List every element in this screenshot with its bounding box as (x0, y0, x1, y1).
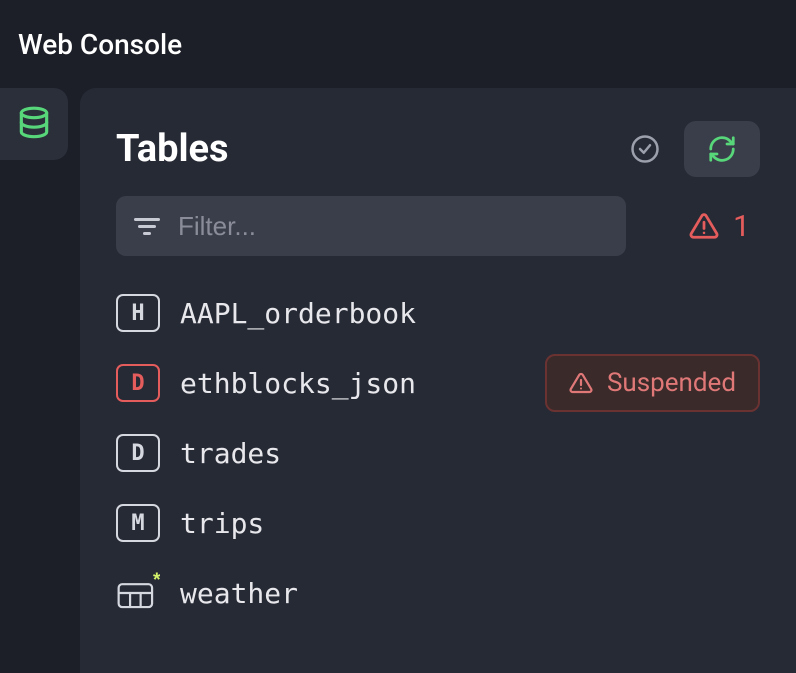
filter-icon (134, 218, 160, 235)
refresh-button[interactable] (684, 121, 760, 177)
table-row[interactable]: D ethblocks_json Suspended (116, 348, 760, 418)
refresh-icon (707, 134, 737, 164)
type-badge: H (116, 294, 160, 332)
sidebar-item-database[interactable] (0, 88, 68, 160)
app-title: Web Console (18, 28, 182, 61)
filter-box[interactable] (116, 196, 626, 256)
panel-header: Tables (116, 112, 760, 186)
check-circle-icon (630, 134, 660, 164)
table-row[interactable]: M trips (116, 488, 760, 558)
type-badge: M (116, 504, 160, 542)
table-list: H AAPL_orderbook D ethblocks_json Suspen… (116, 278, 760, 628)
table-row[interactable]: H AAPL_orderbook (116, 278, 760, 348)
status-label: Suspended (607, 368, 736, 398)
select-all-button[interactable] (626, 130, 664, 168)
table-name: trips (180, 507, 264, 540)
type-badge-materialized: * (116, 574, 160, 612)
materialized-view-icon: * (116, 571, 160, 615)
warning-icon (569, 371, 593, 395)
tables-panel: Tables (80, 88, 796, 673)
app-header: Web Console (0, 0, 796, 88)
table-row[interactable]: D trades (116, 418, 760, 488)
table-name: AAPL_orderbook (180, 297, 416, 330)
type-badge: D (116, 364, 160, 402)
side-rail (0, 88, 68, 673)
filter-row: 1 (116, 196, 760, 256)
layout: Tables (0, 88, 796, 673)
warning-count-value: 1 (733, 209, 750, 244)
warning-icon (689, 211, 719, 241)
filter-input[interactable] (178, 211, 608, 242)
table-name: trades (180, 437, 281, 470)
database-icon (15, 105, 53, 143)
table-name: weather (180, 577, 298, 610)
warning-count[interactable]: 1 (689, 209, 750, 244)
table-row[interactable]: * weather (116, 558, 760, 628)
panel-actions (626, 121, 760, 177)
status-badge: Suspended (545, 354, 760, 412)
panel-title: Tables (116, 127, 229, 171)
svg-text:*: * (153, 571, 160, 591)
table-name: ethblocks_json (180, 367, 416, 400)
type-badge: D (116, 434, 160, 472)
